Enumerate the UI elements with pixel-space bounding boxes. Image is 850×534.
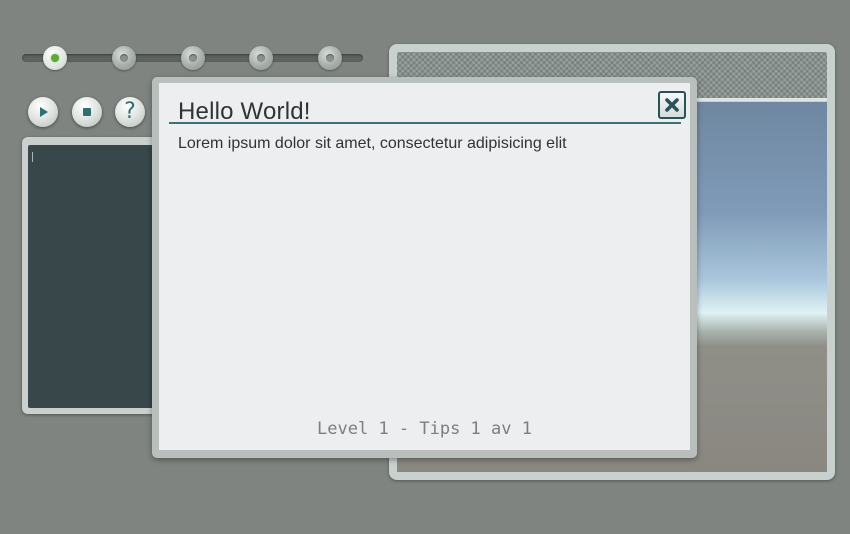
code-editor-panel: [22, 137, 172, 414]
dialog-content: Hello World! Lorem ipsum dolor sit amet,…: [159, 83, 690, 450]
level-step-2[interactable]: [112, 46, 136, 70]
level-step-3[interactable]: [181, 46, 205, 70]
tip-dialog: Hello World! Lorem ipsum dolor sit amet,…: [152, 77, 697, 458]
code-editor[interactable]: [28, 145, 172, 408]
level-step-5[interactable]: [318, 46, 342, 70]
level-step-4[interactable]: [249, 46, 273, 70]
play-icon: [40, 107, 48, 117]
stop-button[interactable]: [72, 97, 102, 127]
close-icon: [665, 98, 679, 112]
stop-icon: [83, 108, 91, 116]
help-icon: ?: [124, 99, 136, 124]
title-divider: [169, 122, 681, 124]
text-caret: [32, 152, 33, 162]
tip-counter: Level 1 - Tips 1 av 1: [317, 419, 532, 439]
dialog-body-text: Lorem ipsum dolor sit amet, consectetur …: [178, 135, 567, 152]
help-button[interactable]: ?: [115, 97, 145, 127]
close-button[interactable]: [658, 91, 686, 119]
level-step-1[interactable]: [43, 46, 67, 70]
play-button[interactable]: [28, 97, 58, 127]
